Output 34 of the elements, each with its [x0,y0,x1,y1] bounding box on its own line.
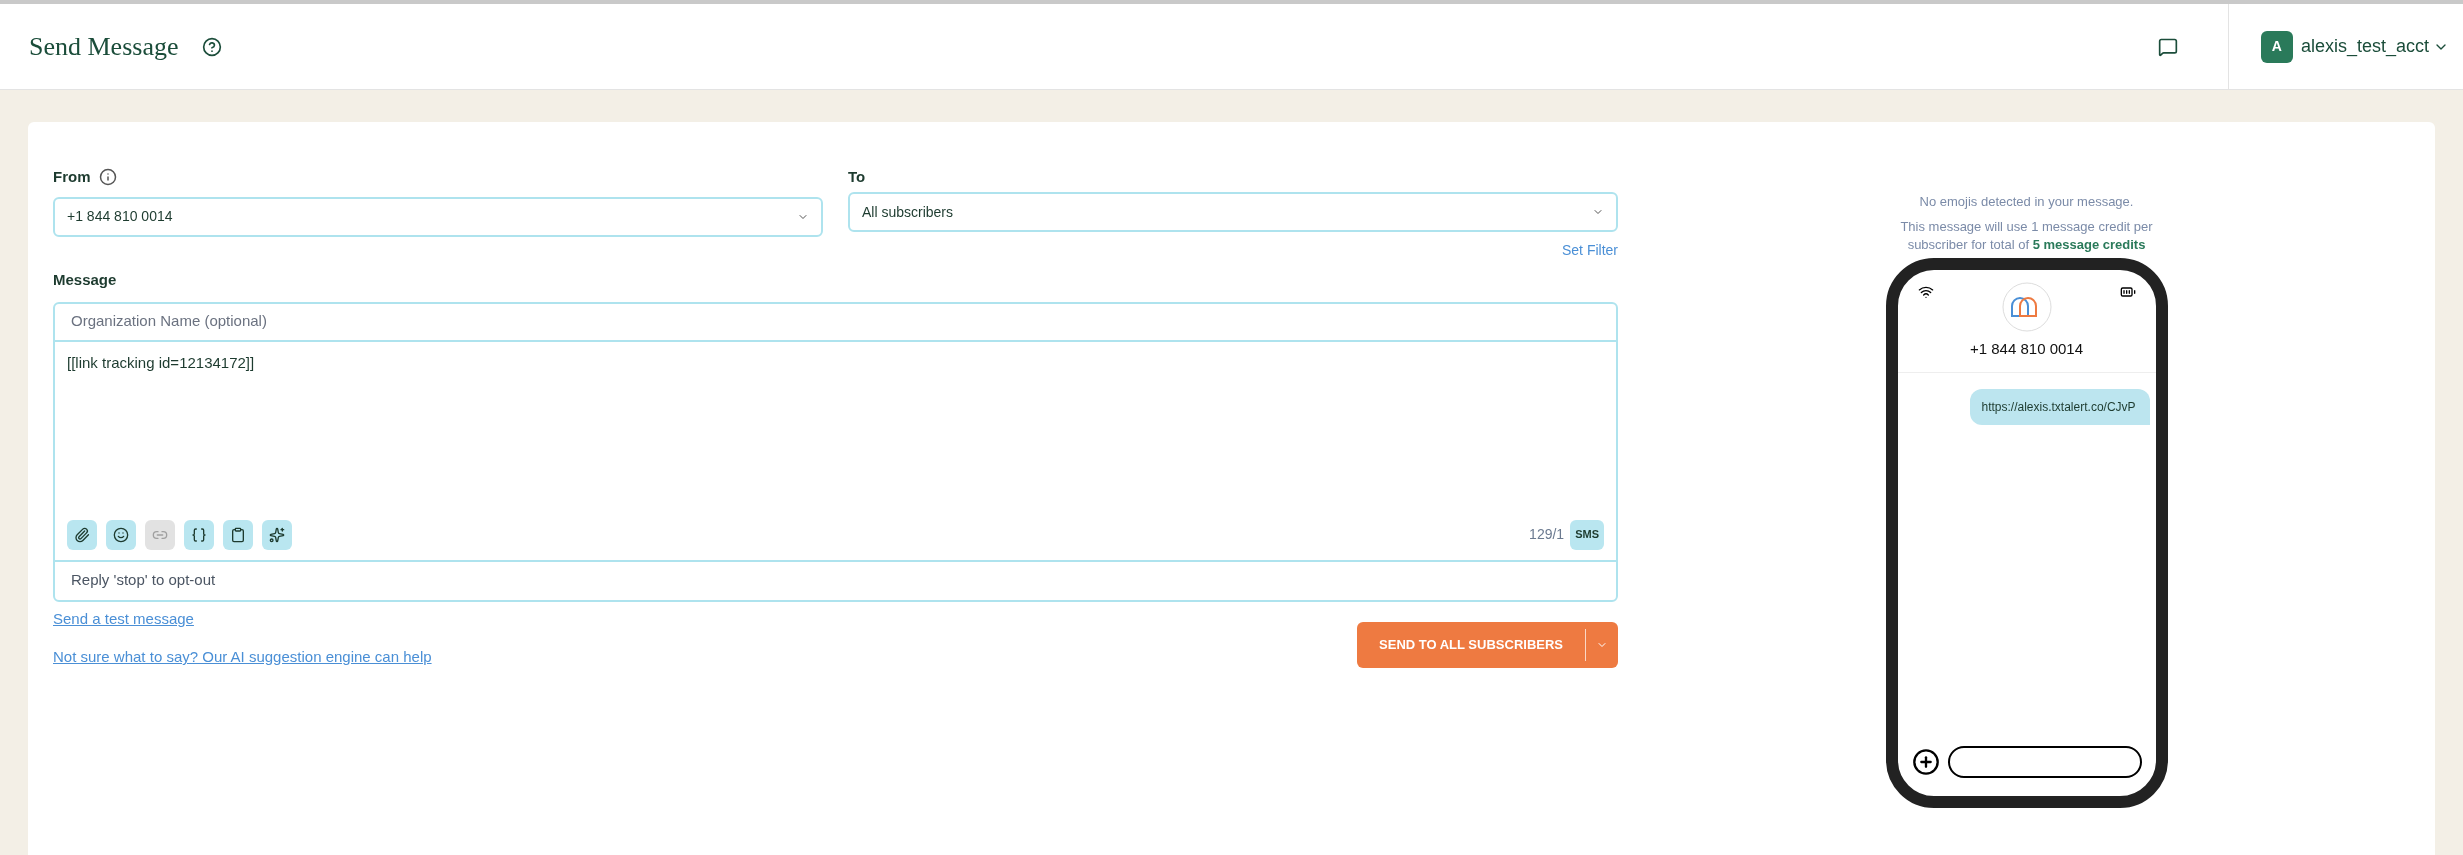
attach-icon [74,526,90,543]
variables-tool-button[interactable] [184,519,214,550]
emoji-icon [113,526,129,543]
avatar: A [2260,30,2293,63]
info-icon[interactable] [98,168,117,187]
clipboard-tool-button[interactable] [223,519,253,550]
message-bubble: https://alexis.txtalert.co/CJvP [1969,389,2150,425]
account-menu[interactable]: alexis_test_acct [2300,33,2449,60]
sparkle-icon [269,526,285,543]
message-text[interactable]: [[link tracking id=12134172]] [67,351,1604,374]
clipboard-icon [230,526,246,543]
emoji-note: No emojis detected in your message. [1919,193,2134,211]
field-label: Message [53,270,118,290]
variables-icon [191,526,207,543]
emoji-tool-button[interactable] [106,519,136,550]
sparkle-tool-button[interactable] [262,519,292,550]
opt-out-footer: Reply 'stop' to opt-out [71,569,216,592]
sms-badge: SMS [1570,519,1604,550]
organization-name-field[interactable]: Organization Name (optional) [71,310,1600,333]
to-select[interactable]: All subscribers [848,192,1618,232]
field-label: To [848,167,867,184]
attach-tool-button[interactable] [67,519,97,550]
page-title: Send Message [29,31,179,63]
credit-note: This message will use 1 message credit per subscriber for total of 5 message credits [1899,217,2154,254]
field-label: From [53,167,91,187]
contact-number: +1 844 810 0014 [1970,338,2083,359]
logo-icon [2001,281,2052,332]
message-input[interactable] [1947,745,2142,778]
help-icon[interactable] [202,36,223,57]
test-message-link[interactable]: Send a test message [53,607,432,630]
character-counter: 129/1 [1529,525,1565,544]
from-select[interactable]: +1 844 810 0014 [53,196,823,237]
add-icon[interactable] [1911,747,1940,776]
set-filter-link[interactable]: Set Filter [1562,240,1618,261]
